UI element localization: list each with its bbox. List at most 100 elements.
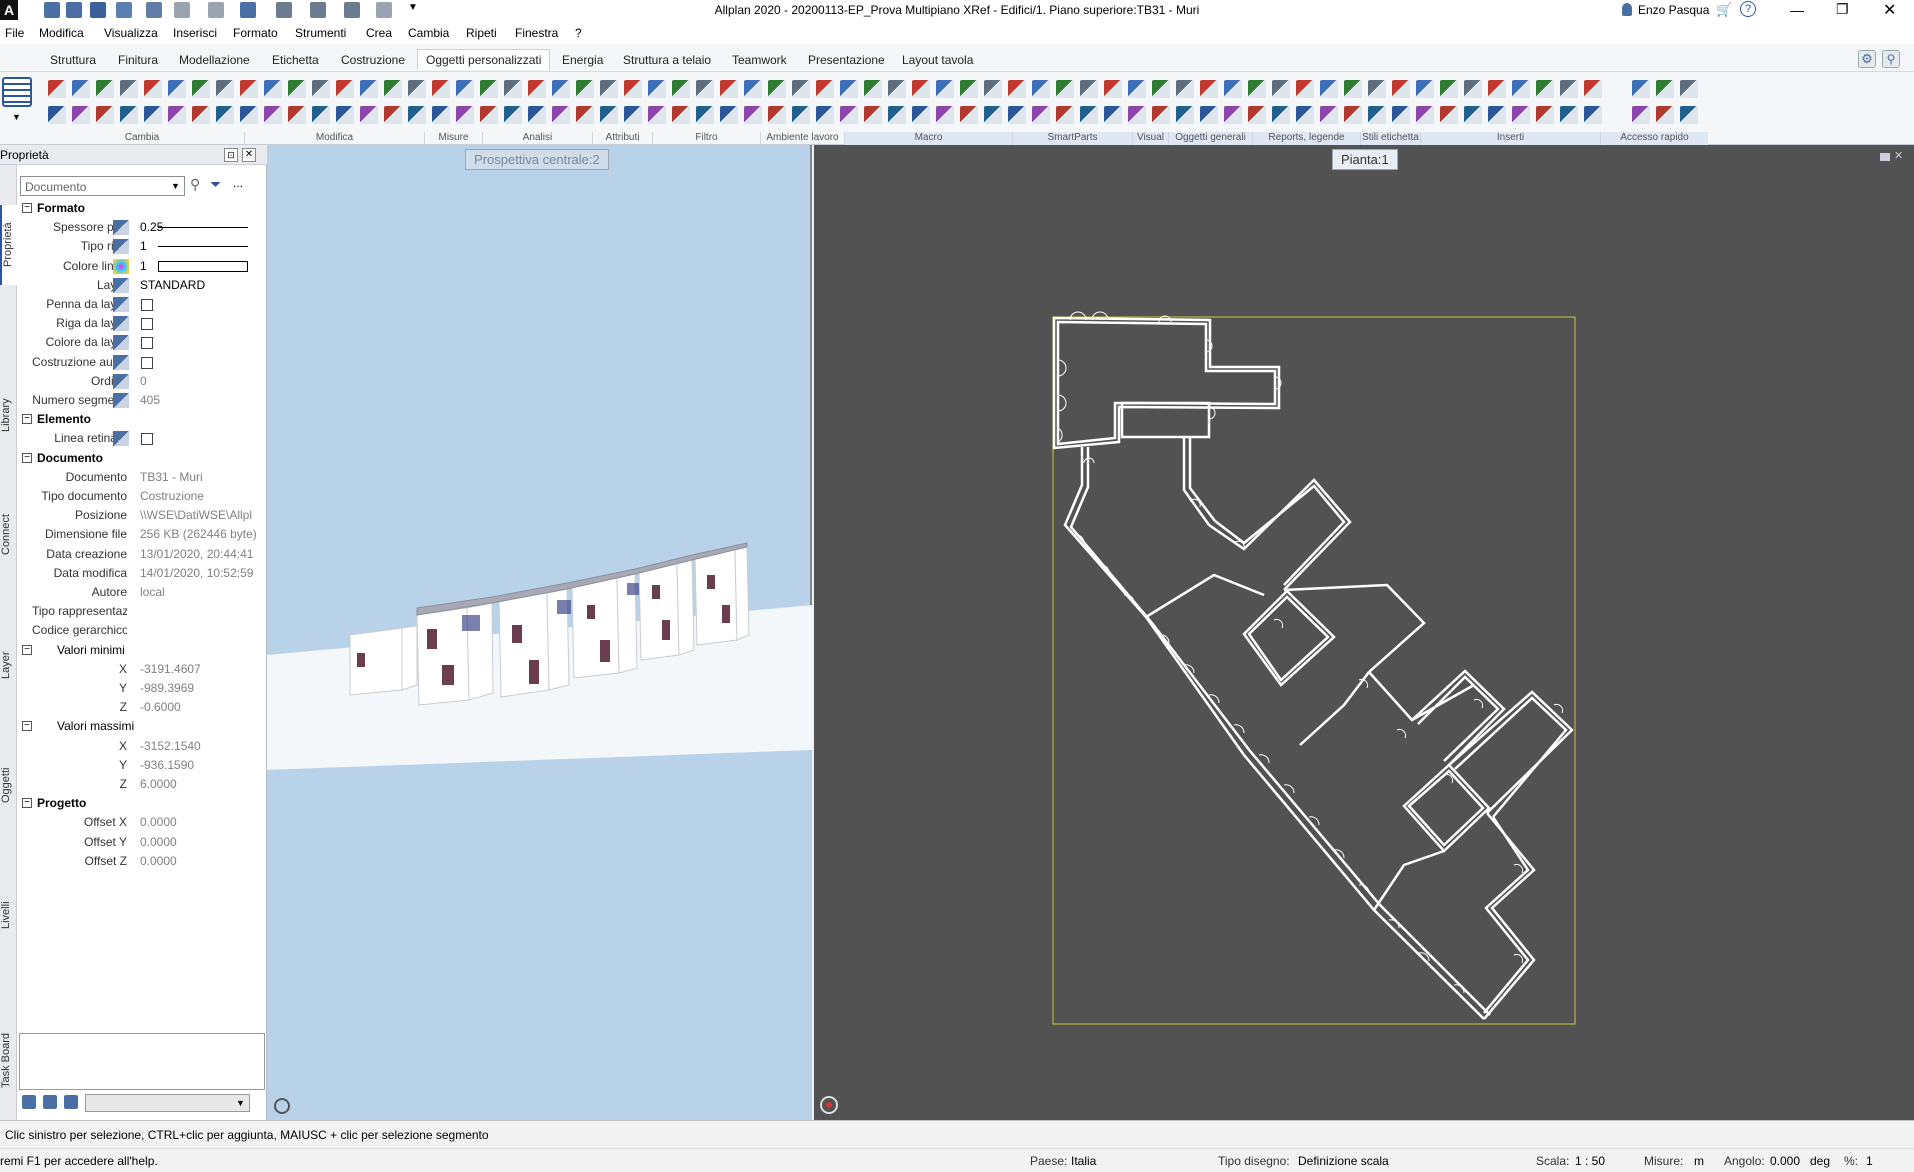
property-value[interactable]: 6.0000: [140, 777, 267, 791]
side-tab-task-board[interactable]: Task Board: [0, 995, 17, 1125]
property-row[interactable]: Offset Y 0.0000: [17, 833, 267, 852]
ribbon-tool-icon[interactable]: [984, 106, 1002, 124]
ribbon-tool-icon[interactable]: [864, 106, 882, 124]
ribbon-tool-icon[interactable]: [48, 80, 66, 98]
property-value[interactable]: -0.6000: [140, 700, 267, 714]
ribbon-tool-icon[interactable]: [1416, 80, 1434, 98]
ribbon-tool-icon[interactable]: [720, 80, 738, 98]
ribbon-tool-icon[interactable]: [888, 106, 906, 124]
side-tab-layer[interactable]: Layer: [0, 595, 17, 735]
property-row[interactable]: Numero segmenti 405: [17, 391, 267, 410]
restore-button[interactable]: ❐: [1836, 1, 1849, 18]
collapse-toggle-icon[interactable]: −: [22, 414, 32, 425]
property-value[interactable]: local: [140, 585, 267, 599]
section-valori-massimi[interactable]: − Valori massimi: [17, 717, 267, 736]
ribbon-tool-icon[interactable]: [960, 106, 978, 124]
property-row[interactable]: Offset Z 0.0000: [17, 852, 267, 871]
property-row[interactable]: Tipo documento Costruzione: [17, 487, 267, 506]
ribbon-tool-icon[interactable]: [1392, 106, 1410, 124]
property-row[interactable]: Riga da layer: [17, 314, 267, 333]
ribbon-tool-icon[interactable]: [96, 106, 114, 124]
navigation-gizmo-icon[interactable]: [820, 1096, 838, 1114]
ribbon-tool-icon[interactable]: [312, 106, 330, 124]
ribbon-tool-icon[interactable]: [1176, 80, 1194, 98]
side-tab-oggetti[interactable]: Oggetti: [0, 715, 17, 855]
ribbon-tool-icon[interactable]: [216, 106, 234, 124]
property-value[interactable]: 0.0000: [140, 835, 267, 849]
ribbon-tool-icon[interactable]: [816, 106, 834, 124]
ribbon-tool-icon[interactable]: [264, 106, 282, 124]
ribbon-tool-icon[interactable]: [960, 80, 978, 98]
minimize-button[interactable]: —: [1790, 2, 1804, 18]
ribbon-tool-icon[interactable]: [168, 106, 186, 124]
property-row[interactable]: Colore da layer: [17, 333, 267, 352]
ribbon-tool-icon[interactable]: [600, 80, 618, 98]
property-checkbox[interactable]: [141, 318, 153, 331]
ribbon-tool-icon[interactable]: [912, 80, 930, 98]
ribbon-tool-icon[interactable]: [336, 106, 354, 124]
scale-value[interactable]: 1 : 50: [1575, 1154, 1605, 1168]
percent-value[interactable]: 1: [1866, 1154, 1873, 1168]
menu-modifica[interactable]: Modifica: [39, 26, 84, 40]
ribbon-tool-icon[interactable]: [1680, 80, 1698, 98]
ribbon-tool-icon[interactable]: [1176, 106, 1194, 124]
property-value[interactable]: 405: [140, 393, 267, 407]
property-checkbox[interactable]: [141, 433, 153, 446]
search-icon[interactable]: ⚲: [1882, 50, 1900, 68]
ribbon-tool-icon[interactable]: [696, 80, 714, 98]
property-value[interactable]: 13/01/2020, 20:44:41: [140, 547, 267, 561]
angle-value[interactable]: 0.000: [1770, 1154, 1800, 1168]
ribbon-tool-icon[interactable]: [1392, 80, 1410, 98]
angle-unit[interactable]: deg: [1810, 1154, 1830, 1168]
ribbon-tool-icon[interactable]: [72, 80, 90, 98]
ribbon-tool-icon[interactable]: [1320, 106, 1338, 124]
ribbon-tool-icon[interactable]: [1224, 106, 1242, 124]
ribbon-tool-icon[interactable]: [1536, 80, 1554, 98]
ribbon-tool-icon[interactable]: [1632, 80, 1650, 98]
ribbon-tool-icon[interactable]: [384, 106, 402, 124]
ribbon-tool-icon[interactable]: [408, 80, 426, 98]
property-row[interactable]: Spessore pen 0.25: [17, 218, 267, 237]
property-row[interactable]: Ordine 0: [17, 372, 267, 391]
property-row[interactable]: Posizione \\WSE\DatiWSE\Allpl: [17, 506, 267, 525]
ribbon-tool-icon[interactable]: [1104, 106, 1122, 124]
ribbon-tool-icon[interactable]: [1080, 106, 1098, 124]
ribbon-tool-icon[interactable]: [1560, 106, 1578, 124]
ribbon-tool-icon[interactable]: [984, 80, 1002, 98]
ribbon-tool-icon[interactable]: [1056, 80, 1074, 98]
property-checkbox[interactable]: [141, 356, 153, 369]
ribbon-tool-icon[interactable]: [360, 80, 378, 98]
ribbon-tool-icon[interactable]: [360, 106, 378, 124]
eyedropper-icon[interactable]: [22, 1095, 36, 1109]
ribbon-tool-icon[interactable]: [480, 106, 498, 124]
ribbon-tool-icon[interactable]: [624, 80, 642, 98]
tab-oggetti-personalizzati[interactable]: Oggetti personalizzati: [417, 49, 551, 70]
units-value[interactable]: m: [1694, 1154, 1704, 1168]
favorite-save-icon[interactable]: [64, 1095, 78, 1109]
ribbon-tool-icon[interactable]: [1032, 80, 1050, 98]
ribbon-tool-icon[interactable]: [1344, 80, 1362, 98]
filter-icon[interactable]: ⏷: [210, 176, 221, 193]
property-value[interactable]: -3191.4607: [140, 662, 267, 676]
property-row[interactable]: Z -0.6000: [17, 698, 267, 717]
tab-finitura[interactable]: Finitura: [118, 53, 158, 67]
property-row[interactable]: Codice gerarchico: [17, 621, 267, 640]
ribbon-tool-icon[interactable]: [1272, 106, 1290, 124]
property-row[interactable]: Layer STANDARD: [17, 276, 267, 295]
tab-energia[interactable]: Energia: [562, 53, 603, 67]
ribbon-tool-icon[interactable]: [624, 106, 642, 124]
help-menu-icon[interactable]: ?: [1740, 1, 1756, 17]
property-row[interactable]: Tipo riga 1: [17, 237, 267, 256]
ribbon-tool-icon[interactable]: [1104, 80, 1122, 98]
property-row[interactable]: Costruzione ausiliaria: [17, 353, 267, 372]
menu-strumenti[interactable]: Strumenti: [295, 26, 346, 40]
collapse-toggle-icon[interactable]: −: [22, 203, 32, 213]
menu-inserisci[interactable]: Inserisci: [173, 26, 217, 40]
ribbon-tool-icon[interactable]: [72, 106, 90, 124]
menu-file[interactable]: File: [5, 26, 24, 40]
collapse-toggle-icon[interactable]: −: [22, 644, 32, 655]
ribbon-tool-icon[interactable]: [1440, 106, 1458, 124]
ribbon-tool-icon[interactable]: [1680, 106, 1698, 124]
tab-struttura[interactable]: Struttura: [50, 53, 96, 67]
side-tab-proprieta[interactable]: Proprietà: [0, 205, 17, 285]
